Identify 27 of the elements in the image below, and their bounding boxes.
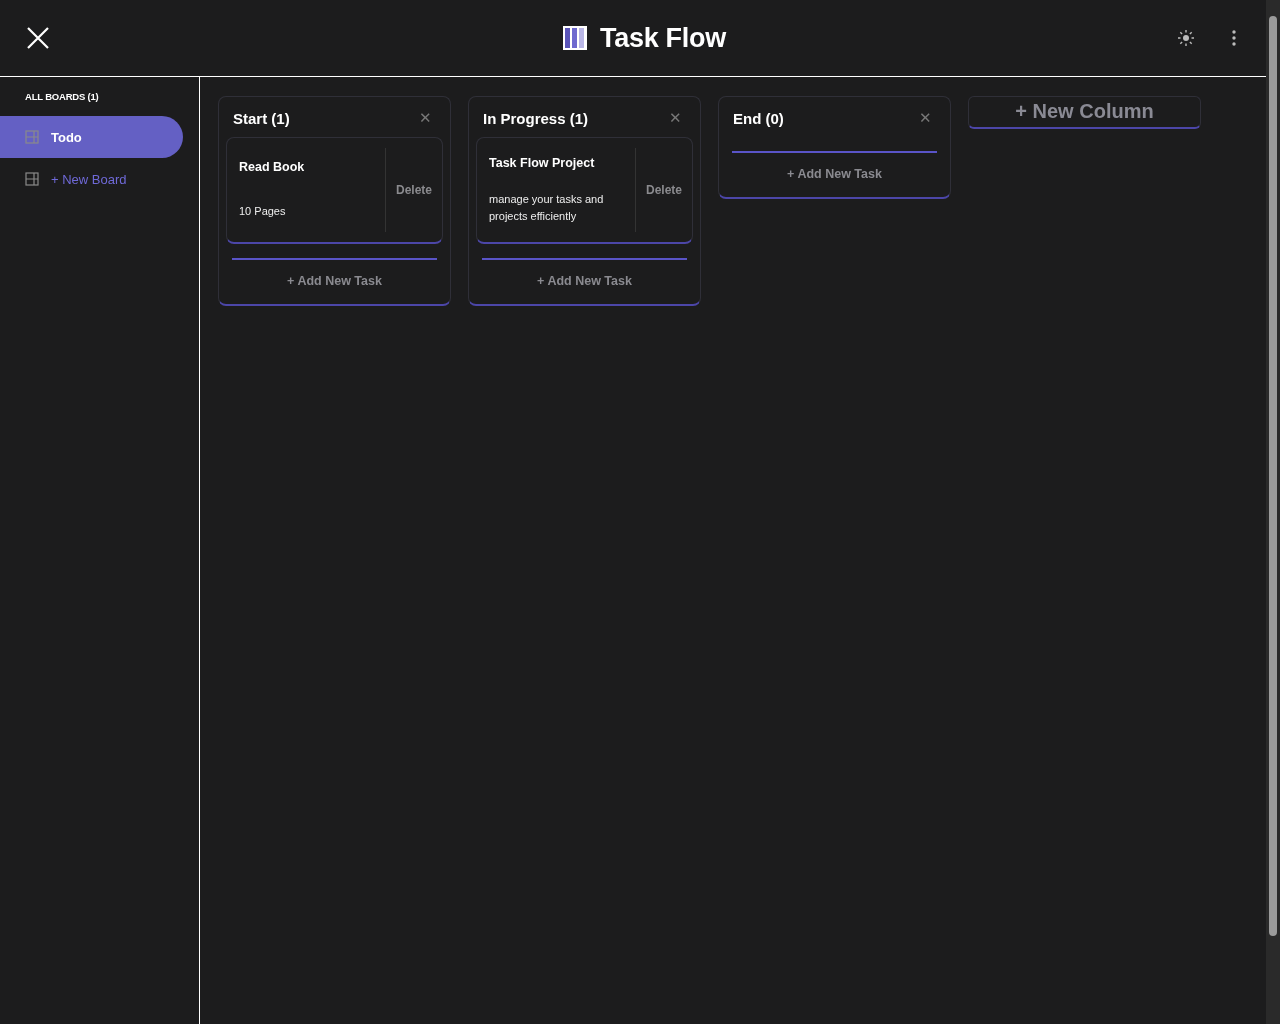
board-icon — [25, 172, 39, 186]
column-title: In Progress (1) — [483, 109, 589, 127]
close-column-button[interactable]: ✕ — [415, 109, 436, 127]
board-item[interactable]: Todo — [0, 116, 183, 158]
new-column-button[interactable]: + New Column — [968, 96, 1201, 129]
new-board-link[interactable]: + New Board — [51, 171, 127, 187]
add-task-button[interactable]: + Add New Task — [287, 273, 382, 288]
close-column-button[interactable]: ✕ — [915, 109, 936, 127]
task-title: Read Book — [239, 159, 306, 174]
app-title: Task Flow — [600, 22, 726, 54]
columns-logo-icon — [562, 25, 589, 51]
boards-heading: ALL BOARDS (1) — [25, 91, 100, 102]
task-description: manage your tasks and projects efficiently — [489, 191, 605, 224]
column-title: End (0) — [733, 109, 784, 127]
close-column-button[interactable]: ✕ — [665, 109, 686, 127]
task-title: Task Flow Project — [489, 155, 596, 170]
board-icon — [25, 130, 39, 144]
add-task-button[interactable]: + Add New Task — [787, 166, 882, 181]
add-task-button[interactable]: + Add New Task — [537, 273, 632, 288]
close-icon[interactable] — [26, 26, 50, 50]
delete-button[interactable]: Delete — [396, 181, 432, 199]
sun-icon[interactable] — [1178, 30, 1194, 46]
more-icon[interactable] — [1232, 30, 1236, 46]
delete-button[interactable]: Delete — [646, 181, 682, 199]
column-title: Start (1) — [233, 109, 290, 127]
scrollbar[interactable] — [1266, 0, 1280, 1024]
task-description: 10 Pages — [239, 204, 287, 220]
